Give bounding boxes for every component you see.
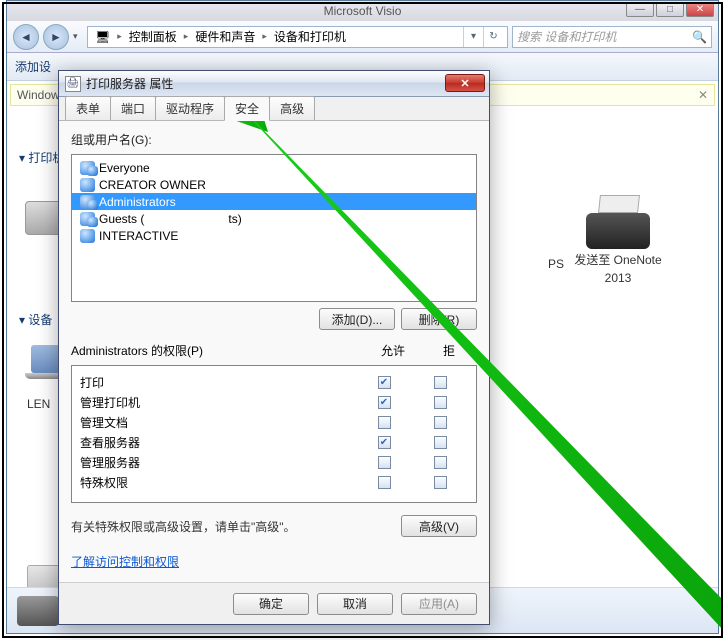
tabstrip: 表单 端口 驱动程序 安全 高级 [59, 97, 489, 121]
minimize-button[interactable]: — [626, 2, 654, 17]
allow-checkbox[interactable] [378, 436, 391, 449]
permission-label: 管理服务器 [80, 454, 356, 471]
allow-checkbox[interactable] [378, 456, 391, 469]
permission-label: 管理文档 [80, 414, 356, 431]
principals-listbox[interactable]: EveryoneCREATOR OWNERAdministratorsGuest… [71, 154, 477, 302]
breadcrumb-leaf[interactable]: 设备和打印机 [271, 28, 349, 45]
breadcrumb[interactable]: 🖥 ▸ 控制面板 ▸ 硬件和声音 ▸ 设备和打印机 ▾ ↻ [87, 26, 508, 48]
allow-header: 允许 [365, 342, 421, 359]
ok-button[interactable]: 确定 [233, 593, 309, 615]
breadcrumb-sep: ▸ [262, 31, 267, 42]
breadcrumb-sep: ▸ [117, 31, 122, 42]
principal-name: Administrators [99, 195, 176, 209]
deny-checkbox[interactable] [434, 396, 447, 409]
permission-label: 打印 [80, 374, 356, 391]
user-icon [80, 178, 95, 192]
search-input[interactable]: 搜索 设备和打印机 🔍 [512, 26, 712, 48]
breadcrumb-mid[interactable]: 硬件和声音 [192, 28, 258, 45]
back-button[interactable]: ◄ [13, 24, 39, 50]
title-text: Microsoft Visio [324, 4, 402, 18]
tab-security[interactable]: 安全 [224, 96, 270, 121]
add-device-button[interactable]: 添加设 [15, 58, 51, 75]
printer-icon [583, 199, 653, 249]
dialog-title: 打印服务器 属性 [86, 75, 173, 92]
permission-row: 打印 [80, 372, 468, 392]
breadcrumb-root[interactable]: 控制面板 [126, 28, 180, 45]
cancel-button[interactable]: 取消 [317, 593, 393, 615]
dialog-footer: 确定 取消 应用(A) [59, 582, 489, 624]
principal-row[interactable]: INTERACTIVE [72, 227, 476, 244]
principal-row[interactable]: Guests ( ts) [72, 210, 476, 227]
permission-label: 特殊权限 [80, 474, 356, 491]
breadcrumb-icon[interactable]: 🖥 [92, 30, 113, 44]
group-icon [80, 161, 95, 175]
group-icon [80, 195, 95, 209]
tab-advanced[interactable]: 高级 [269, 96, 315, 120]
deny-checkbox[interactable] [434, 376, 447, 389]
search-placeholder: 搜索 设备和打印机 [517, 28, 616, 45]
dialog-body: 组或用户名(G): Everyone CREATOR OWNER Administr… [59, 121, 489, 582]
add-button[interactable]: 添加(D)... [319, 308, 395, 330]
deny-checkbox[interactable] [434, 476, 447, 489]
learn-acl-link[interactable]: 了解访问控制和权限 [71, 553, 477, 570]
permission-label: 查看服务器 [80, 434, 356, 451]
info-close-icon[interactable]: ✕ [698, 88, 708, 102]
print-server-properties-dialog: 🖨 打印服务器 属性 ✕ 表单 端口 驱动程序 安全 高级 组或用户名(G): … [58, 70, 490, 625]
permission-row: 管理文档 [80, 412, 468, 432]
principal-row[interactable]: Everyone [72, 159, 476, 176]
nav-toolbar: ◄ ► ▾ 🖥 ▸ 控制面板 ▸ 硬件和声音 ▸ 设备和打印机 ▾ ↻ 搜索 设… [7, 21, 718, 53]
dialog-close-button[interactable]: ✕ [445, 74, 485, 92]
allow-checkbox[interactable] [378, 476, 391, 489]
user-icon [80, 229, 95, 243]
tab-ports[interactable]: 端口 [110, 96, 156, 120]
dialog-titlebar: 🖨 打印服务器 属性 ✕ [59, 71, 489, 97]
refresh-button[interactable]: ↻ [483, 27, 503, 47]
principal-name: CREATOR OWNER [99, 178, 206, 192]
permission-row: 特殊权限 [80, 472, 468, 492]
onenote-label-2: 2013 [605, 271, 632, 285]
principal-extra: ts) [228, 212, 241, 226]
section-devices[interactable]: ▾ 设备 [19, 311, 52, 328]
deny-checkbox[interactable] [434, 456, 447, 469]
onenote-printer-item[interactable]: 发送至 OneNote 2013 [548, 199, 688, 286]
permission-row: 管理打印机 [80, 392, 468, 412]
principal-name: INTERACTIVE [99, 229, 178, 243]
maximize-button[interactable]: □ [656, 2, 684, 17]
apply-button[interactable]: 应用(A) [401, 593, 477, 615]
titlebar: Microsoft Visio — □ ✕ [7, 1, 718, 21]
dialog-icon: 🖨 [65, 76, 81, 92]
principal-row[interactable]: CREATOR OWNER [72, 176, 476, 193]
search-icon[interactable]: 🔍 [692, 30, 707, 44]
group-icon [80, 212, 95, 226]
close-button[interactable]: ✕ [686, 2, 714, 17]
group-users-label: 组或用户名(G): [71, 131, 477, 148]
principal-row[interactable]: Administrators [72, 193, 476, 210]
deny-header: 拒 [421, 342, 477, 359]
forward-button[interactable]: ► [43, 24, 69, 50]
info-text: Window [17, 88, 60, 102]
advanced-hint: 有关特殊权限或高级设置，请单击"高级"。 [71, 518, 401, 535]
principal-name: Guests ( [99, 212, 144, 226]
principal-name: Everyone [99, 161, 150, 175]
onenote-label-1: 发送至 OneNote [574, 253, 661, 267]
deny-checkbox[interactable] [434, 436, 447, 449]
permissions-listbox[interactable]: 打印管理打印机管理文档查看服务器管理服务器特殊权限 [71, 365, 477, 503]
advanced-button[interactable]: 高级(V) [401, 515, 477, 537]
tab-drivers[interactable]: 驱动程序 [155, 96, 225, 120]
permission-label: 管理打印机 [80, 394, 356, 411]
remove-button[interactable]: 删除(R) [401, 308, 477, 330]
permission-row: 查看服务器 [80, 432, 468, 452]
nav-history-dropdown[interactable]: ▾ [73, 31, 83, 42]
details-thumbnail [17, 596, 59, 626]
deny-checkbox[interactable] [434, 416, 447, 429]
breadcrumb-dropdown[interactable]: ▾ [463, 27, 483, 47]
permissions-caption: Administrators 的权限(P) [71, 342, 365, 359]
tab-forms[interactable]: 表单 [65, 96, 111, 120]
breadcrumb-sep: ▸ [184, 31, 189, 42]
allow-checkbox[interactable] [378, 416, 391, 429]
permission-row: 管理服务器 [80, 452, 468, 472]
laptop-label: LEN [27, 397, 50, 411]
allow-checkbox[interactable] [378, 376, 391, 389]
allow-checkbox[interactable] [378, 396, 391, 409]
